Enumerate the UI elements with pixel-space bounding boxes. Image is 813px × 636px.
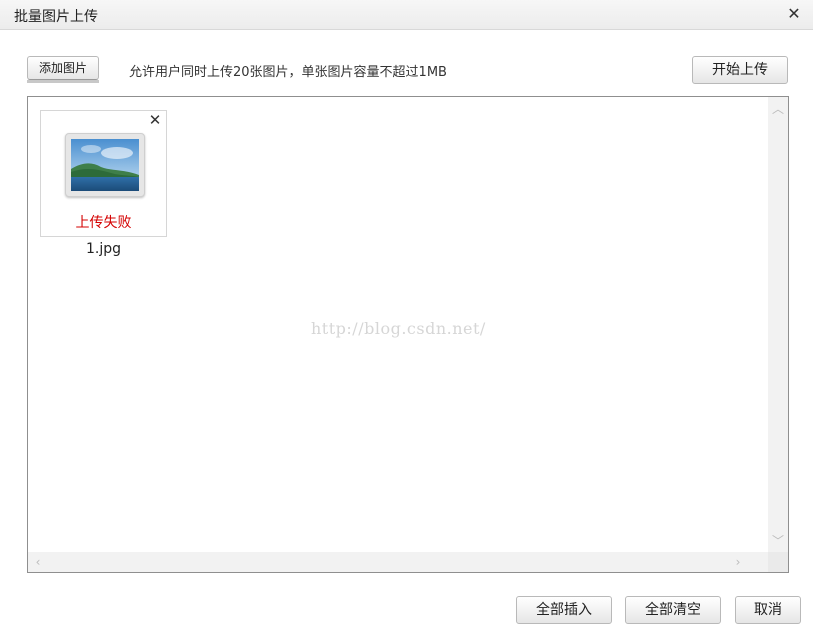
image-icon [65,133,145,197]
dialog-titlebar: 批量图片上传 ✕ [0,0,813,30]
upload-dialog: 批量图片上传 ✕ 添加图片 允许用户同时上传20张图片，单张图片容量不超过1MB… [0,0,813,636]
file-name: 1.jpg [85,241,122,257]
chevron-up-icon[interactable]: ︿ [768,101,788,117]
landscape-icon [71,139,139,191]
chevron-left-icon[interactable]: ‹ [30,554,46,570]
close-icon[interactable]: ✕ [147,111,163,129]
chevron-down-icon[interactable]: ﹀ [768,533,788,549]
file-thumbnail[interactable]: ✕ 上传失败 [40,110,167,237]
horizontal-scrollbar[interactable]: ‹ › [28,552,768,572]
insert-all-button[interactable]: 全部插入 [516,596,612,624]
upload-status: 上传失败 [75,215,132,231]
close-icon[interactable]: ✕ [785,5,803,23]
add-image-button[interactable]: 添加图片 [27,56,99,80]
start-upload-button[interactable]: 开始上传 [692,56,788,84]
chevron-right-icon[interactable]: › [730,554,746,570]
scrollbar-corner [768,552,788,572]
dialog-title: 批量图片上传 [14,9,98,25]
vertical-scrollbar[interactable]: ︿ ﹀ [768,97,788,553]
add-button-underline [27,80,99,83]
upload-hint: 允许用户同时上传20张图片，单张图片容量不超过1MB [129,65,447,80]
watermark: http://blog.csdn.net/ [311,319,486,338]
clear-all-button[interactable]: 全部清空 [625,596,721,624]
cancel-button[interactable]: 取消 [735,596,801,624]
